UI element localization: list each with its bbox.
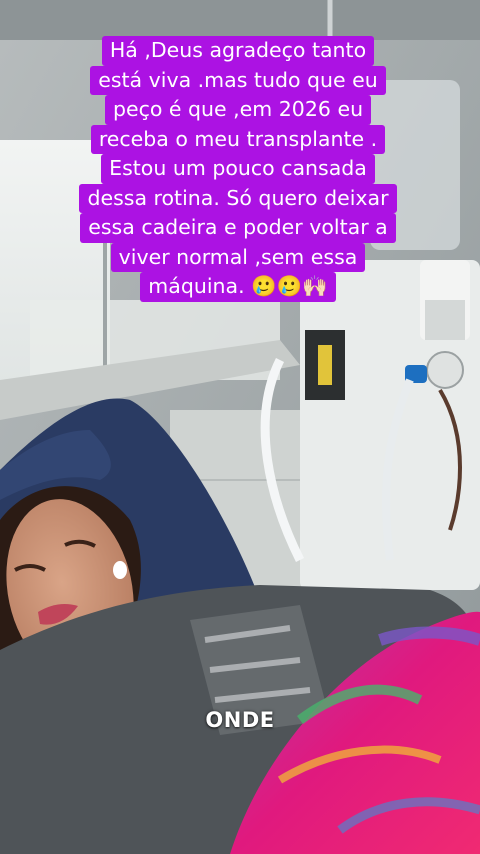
caption-line: está viva .mas tudo que eu [90,65,386,95]
caption-line: viver normal ,sem essa [110,242,366,272]
caption-line: peço é que ,em 2026 eu [104,95,372,125]
caption-line: dessa rotina. Só quero deixar [79,183,397,213]
caption-line: Estou um pouco cansada [101,154,375,184]
caption-box: Há ,Deus agradeço tanto está viva .mas t… [54,36,422,302]
subtitle-text: ONDE [205,708,275,732]
caption-line: Há ,Deus agradeço tanto [101,36,375,66]
caption-line: essa cadeira e poder voltar a [80,213,396,243]
caption-line: máquina. 🥲🥲🙌🏻 [140,272,336,302]
caption-line: receba o meu transplante . [90,124,386,154]
